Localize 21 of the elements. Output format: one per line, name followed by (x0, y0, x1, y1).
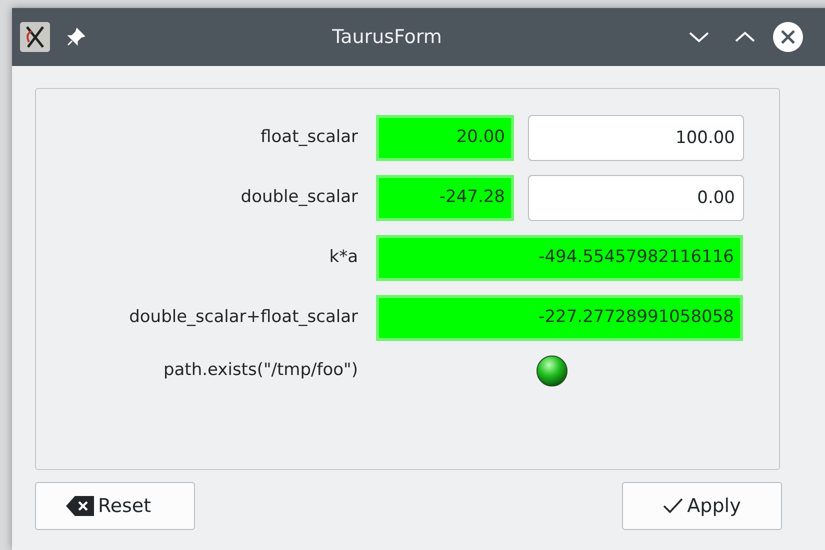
checkmark-icon (663, 497, 684, 515)
minimize-icon[interactable] (688, 30, 710, 44)
value-input[interactable]: 100.00 (528, 115, 744, 161)
field-label: float_scalar (260, 126, 359, 150)
value-display: -247.28 (376, 175, 514, 221)
window-title: TaurusForm (332, 24, 442, 50)
clear-icon (66, 496, 94, 516)
maximize-icon[interactable] (734, 30, 756, 44)
value-display: 20.00 (376, 115, 514, 161)
apply-button[interactable]: Apply (622, 482, 782, 530)
field-label: k*a (328, 246, 359, 270)
value-input[interactable]: 0.00 (528, 175, 744, 221)
reset-button[interactable]: Reset (35, 482, 195, 530)
field-label: double_scalar+float_scalar (128, 306, 359, 330)
field-label: path.exists("/tmp/foo") (162, 359, 359, 382)
pin-icon[interactable] (66, 27, 86, 47)
value-display: -494.55457982116116 (376, 235, 743, 281)
value-display: -227.27728991058058 (376, 295, 743, 341)
app-logo-icon (20, 22, 50, 52)
close-icon[interactable] (772, 21, 804, 53)
field-label: double_scalar (240, 186, 359, 210)
